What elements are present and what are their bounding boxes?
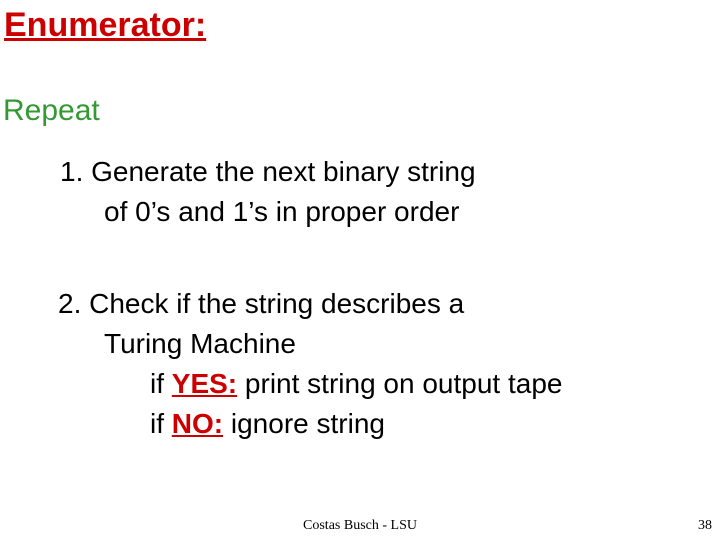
no-keyword: NO:: [172, 408, 223, 439]
yes-suffix: print string on output tape: [237, 368, 562, 399]
yes-keyword: YES:: [172, 368, 237, 399]
step-2-no-line: if NO: ignore string: [150, 408, 385, 440]
footer-page-number: 38: [698, 518, 712, 534]
no-prefix: if: [150, 408, 172, 439]
step-2-line-1: 2. Check if the string describes a: [58, 288, 464, 320]
step-2-line-2: Turing Machine: [104, 328, 296, 360]
repeat-label: Repeat: [3, 94, 100, 128]
slide: Enumerator: Repeat 1. Generate the next …: [0, 0, 720, 540]
footer-author: Costas Busch - LSU: [0, 518, 720, 534]
step-2-yes-line: if YES: print string on output tape: [150, 368, 562, 400]
slide-title: Enumerator:: [4, 6, 206, 45]
no-suffix: ignore string: [223, 408, 385, 439]
step-1-line-2: of 0’s and 1’s in proper order: [104, 196, 459, 228]
yes-prefix: if: [150, 368, 172, 399]
step-1-line-1: 1. Generate the next binary string: [60, 156, 476, 188]
